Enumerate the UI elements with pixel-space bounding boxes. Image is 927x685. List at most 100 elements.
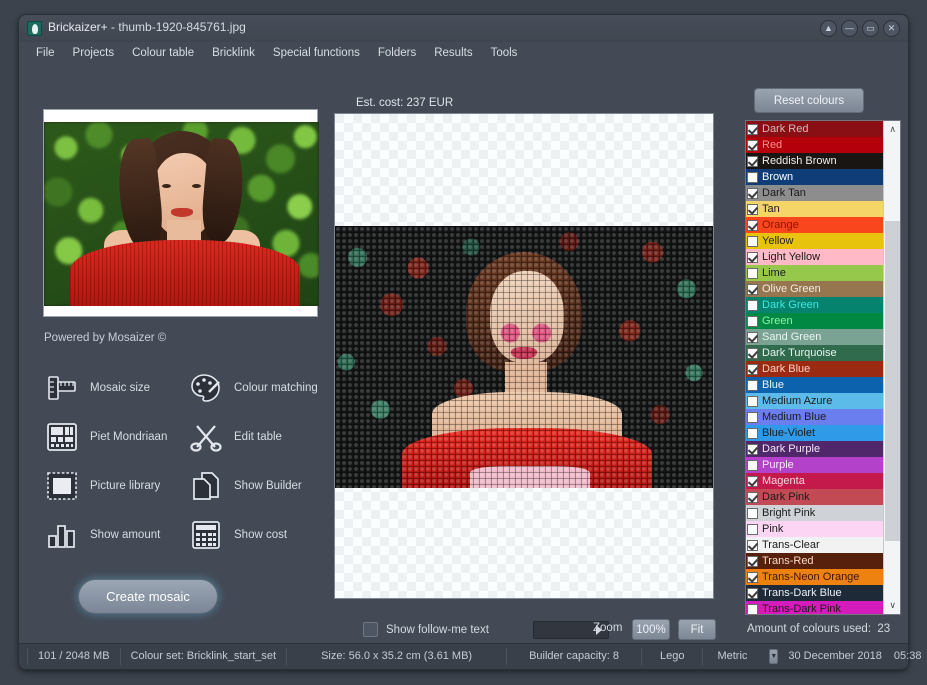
zoom-value-button[interactable]: 100% [632, 619, 670, 640]
menu-item-bricklink[interactable]: Bricklink [203, 45, 264, 61]
colour-checkbox[interactable] [747, 268, 758, 279]
colour-checkbox[interactable] [747, 428, 758, 439]
fit-button[interactable]: Fit [678, 619, 716, 640]
mosaic-canvas[interactable] [334, 113, 714, 599]
show-follow-me-text-toggle[interactable]: Show follow-me text [363, 622, 489, 637]
colour-checkbox[interactable] [747, 396, 758, 407]
colour-row[interactable]: Yellow [746, 233, 883, 249]
colour-row[interactable]: Trans-Clear [746, 537, 883, 553]
colour-checkbox[interactable] [747, 540, 758, 551]
scrollbar-thumb[interactable] [885, 221, 900, 541]
colour-checkbox[interactable] [747, 124, 758, 135]
reset-colours-button[interactable]: Reset colours [754, 88, 864, 113]
powered-by-label: Powered by Mosaizer © [44, 332, 166, 344]
colour-checkbox[interactable] [747, 332, 758, 343]
tool-piet-mondriaan[interactable]: Piet Mondriaan [43, 412, 183, 461]
menu-item-projects[interactable]: Projects [64, 45, 124, 61]
minimize-button[interactable]: — [841, 20, 858, 37]
tool-show-amount[interactable]: Show amount [43, 510, 183, 559]
colour-checkbox[interactable] [747, 476, 758, 487]
colour-row[interactable]: Medium Blue [746, 409, 883, 425]
colour-checkbox[interactable] [747, 604, 758, 615]
colour-row[interactable]: Orange [746, 217, 883, 233]
colour-checkbox[interactable] [747, 204, 758, 215]
colour-checkbox[interactable] [747, 572, 758, 583]
colour-checkbox[interactable] [747, 140, 758, 151]
close-button[interactable]: ✕ [883, 20, 900, 37]
menu-item-folders[interactable]: Folders [369, 45, 425, 61]
colour-checkbox[interactable] [747, 364, 758, 375]
colour-row[interactable]: Dark Purple [746, 441, 883, 457]
colour-checkbox[interactable] [747, 252, 758, 263]
menu-item-results[interactable]: Results [425, 45, 481, 61]
tool-show-cost[interactable]: Show cost [187, 510, 327, 559]
colour-row[interactable]: Pink [746, 521, 883, 537]
colour-checkbox[interactable] [747, 508, 758, 519]
colour-checkbox[interactable] [747, 412, 758, 423]
colour-row[interactable]: Dark Pink [746, 489, 883, 505]
colour-row[interactable]: Medium Azure [746, 393, 883, 409]
tool-mosaic-size[interactable]: Mosaic size [43, 363, 183, 412]
colour-checkbox[interactable] [747, 348, 758, 359]
rollup-button[interactable]: ▲ [820, 20, 837, 37]
colour-row[interactable]: Green [746, 313, 883, 329]
colour-row[interactable]: Trans-Red [746, 553, 883, 569]
colour-checkbox[interactable] [747, 220, 758, 231]
colour-row[interactable]: Tan [746, 201, 883, 217]
colour-checkbox[interactable] [747, 300, 758, 311]
colour-checkbox[interactable] [747, 284, 758, 295]
follow-me-checkbox[interactable] [363, 622, 378, 637]
menu-item-file[interactable]: File [27, 45, 64, 61]
colour-row[interactable]: Dark Green [746, 297, 883, 313]
colour-row[interactable]: Lime [746, 265, 883, 281]
scroll-down-icon[interactable]: ∨ [884, 597, 901, 614]
menu-item-tools[interactable]: Tools [482, 45, 527, 61]
mosaic-cheeks [498, 320, 554, 346]
colour-checkbox[interactable] [747, 460, 758, 471]
colour-checkbox[interactable] [747, 236, 758, 247]
colour-row[interactable]: Brown [746, 169, 883, 185]
colour-row[interactable]: Blue-Violet [746, 425, 883, 441]
colour-row[interactable]: Trans-Dark Blue [746, 585, 883, 601]
colour-checkbox[interactable] [747, 492, 758, 503]
colour-row[interactable]: Magenta [746, 473, 883, 489]
colour-row[interactable]: Blue [746, 377, 883, 393]
source-image-panel[interactable] [43, 109, 318, 317]
colour-row[interactable]: Bright Pink [746, 505, 883, 521]
colour-checkbox[interactable] [747, 156, 758, 167]
colour-label: Red [762, 137, 782, 153]
colour-row[interactable]: Trans-Dark Pink [746, 601, 883, 615]
colour-row[interactable]: Dark Red [746, 121, 883, 137]
tool-show-builder[interactable]: Show Builder [187, 461, 327, 510]
colour-row[interactable]: Dark Tan [746, 185, 883, 201]
colour-checkbox[interactable] [747, 556, 758, 567]
tool-edit-table[interactable]: Edit table [187, 412, 327, 461]
colour-label: Sand Green [762, 329, 821, 345]
colour-row[interactable]: Dark Turquoise [746, 345, 883, 361]
colour-row[interactable]: Olive Green [746, 281, 883, 297]
colour-checkbox[interactable] [747, 380, 758, 391]
maximize-button[interactable]: ▭ [862, 20, 879, 37]
status-units-dropdown[interactable]: ▼ [769, 649, 778, 664]
colour-checkbox[interactable] [747, 444, 758, 455]
colour-checkbox[interactable] [747, 172, 758, 183]
colour-list[interactable]: Dark RedRedReddish BrownBrownDark TanTan… [746, 121, 883, 614]
colour-checkbox[interactable] [747, 316, 758, 327]
colour-list-scrollbar[interactable]: ∧ ∨ [883, 121, 900, 614]
tool-picture-library[interactable]: Picture library [43, 461, 183, 510]
colour-row[interactable]: Sand Green [746, 329, 883, 345]
menu-item-special-functions[interactable]: Special functions [264, 45, 369, 61]
colour-row[interactable]: Red [746, 137, 883, 153]
colour-row[interactable]: Reddish Brown [746, 153, 883, 169]
colour-row[interactable]: Dark Blue [746, 361, 883, 377]
scroll-up-icon[interactable]: ∧ [884, 121, 901, 138]
colour-checkbox[interactable] [747, 588, 758, 599]
create-mosaic-button[interactable]: Create mosaic [78, 579, 218, 614]
tool-colour-matching[interactable]: Colour matching [187, 363, 327, 412]
colour-row[interactable]: Light Yellow [746, 249, 883, 265]
colour-checkbox[interactable] [747, 524, 758, 535]
menu-item-colour-table[interactable]: Colour table [123, 45, 203, 61]
colour-row[interactable]: Purple [746, 457, 883, 473]
colour-row[interactable]: Trans-Neon Orange [746, 569, 883, 585]
colour-checkbox[interactable] [747, 188, 758, 199]
